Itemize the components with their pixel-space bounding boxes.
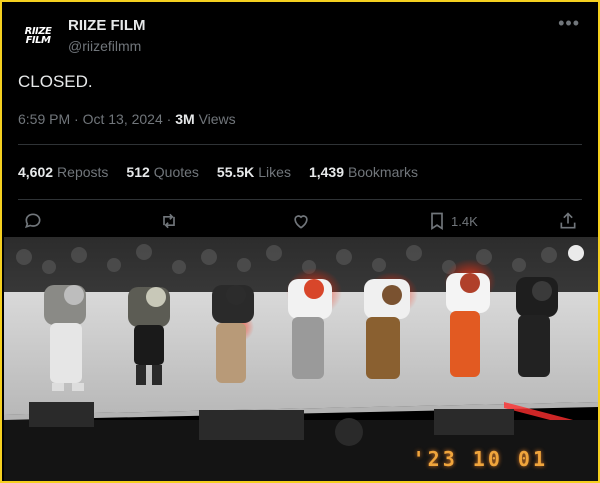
avatar-text-line2: FILM: [25, 35, 51, 46]
post-text: CLOSED.: [18, 72, 93, 91]
meta-separator: ·: [74, 111, 79, 127]
bookmark-button[interactable]: 1.4K: [427, 211, 478, 231]
post-header: RIIZE FILM RIIZE FILM @riizefilmm •••: [4, 4, 596, 64]
reply-icon: [25, 213, 41, 229]
stat-likes[interactable]: 55.5K Likes: [217, 164, 291, 180]
post-time[interactable]: 6:59 PM: [18, 111, 70, 127]
heart-icon: [294, 215, 308, 229]
stat-value: 4,602: [18, 164, 54, 180]
stat-reposts[interactable]: 4,602 Reposts: [18, 164, 108, 180]
avatar[interactable]: RIIZE FILM: [18, 16, 58, 56]
share-button[interactable]: [558, 211, 578, 231]
stat-label: Likes: [258, 164, 291, 180]
bookmark-count: 1.4K: [451, 213, 478, 229]
share-icon: [560, 212, 576, 229]
stat-value: 512: [126, 164, 150, 180]
stat-value: 1,439: [308, 164, 344, 180]
stat-label: Bookmarks: [348, 164, 419, 180]
bookmark-icon: [431, 212, 443, 231]
engagement-stats: 4,602 Reposts 512 Quotes 55.5K Likes 1,439 B…: [18, 164, 418, 180]
divider: [18, 199, 582, 200]
meta-separator: ·: [166, 111, 172, 127]
like-button[interactable]: [291, 211, 311, 231]
stat-bookmarks[interactable]: 1,439 Bookmarks: [309, 164, 418, 180]
stat-value: 55.5K: [216, 164, 255, 180]
more-options-icon[interactable]: •••: [558, 14, 580, 32]
views-label: Views: [198, 111, 236, 127]
author-display-name[interactable]: RIIZE FILM: [68, 17, 146, 34]
views-count: 3M: [175, 111, 195, 127]
post-meta: 6:59 PM · Oct 13, 2024 · 3M Views: [18, 111, 236, 127]
post-frame: RIIZE FILM RIIZE FILM @riizefilmm ••• CL…: [0, 0, 600, 483]
post-date[interactable]: Oct 13, 2024: [83, 111, 163, 127]
reply-button[interactable]: [23, 211, 43, 231]
stat-quotes[interactable]: 512 Quotes: [126, 164, 199, 180]
post-photo[interactable]: '23 10 01: [4, 237, 598, 481]
stat-label: Reposts: [57, 164, 109, 180]
author-handle[interactable]: @riizefilmm: [68, 38, 141, 54]
repost-icon: [163, 213, 175, 229]
action-bar: 1.4K: [2, 207, 598, 237]
stat-label: Quotes: [153, 164, 199, 180]
divider: [18, 144, 582, 145]
repost-button[interactable]: [159, 211, 179, 231]
photo-date-stamp: '23 10 01: [412, 447, 548, 471]
